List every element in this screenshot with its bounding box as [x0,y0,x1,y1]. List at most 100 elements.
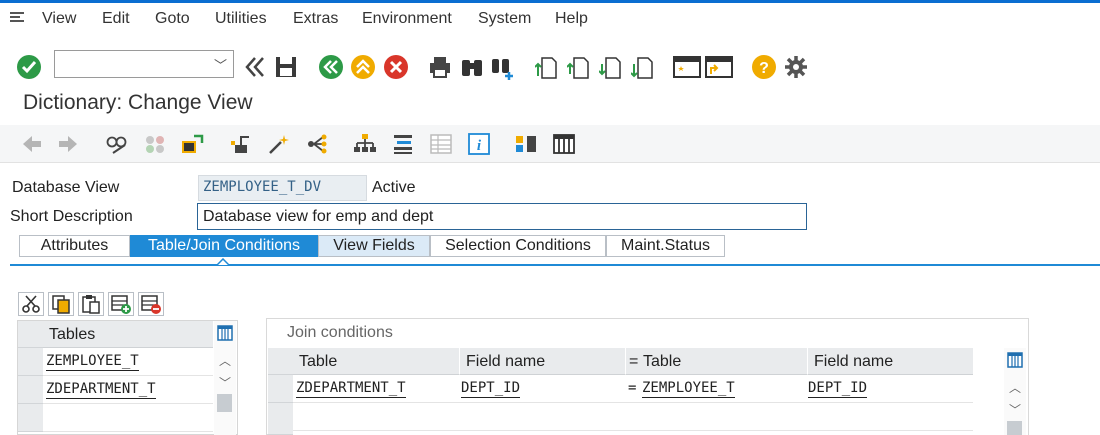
create-session-icon[interactable] [673,54,701,80]
scroll-thumb[interactable] [217,394,232,412]
column-settings-icon[interactable] [217,324,233,344]
join-col-table2[interactable]: Table [641,348,807,375]
row-selector[interactable] [18,404,43,432]
enter-icon[interactable] [16,54,42,80]
database-view-label: Database View [12,179,120,196]
menu-utilities[interactable]: Utilities [215,10,267,28]
last-page-icon[interactable] [631,54,657,80]
status-text: Active [372,179,416,196]
short-description-value: Database view for emp and dept [203,208,434,225]
table-row[interactable]: ZEMPLOYEE_T [46,353,139,371]
join-conditions-grid: Table Field name = Table Field name ZDEP… [268,348,1028,435]
find-next-icon[interactable] [490,54,516,80]
menu-help[interactable]: Help [555,10,588,28]
settings-icon[interactable] [783,54,809,80]
join-cell-field2[interactable]: DEPT_ID [808,380,868,398]
next-page-icon[interactable] [599,54,625,80]
exit-icon[interactable] [350,54,376,80]
tab-underline [10,264,1100,266]
where-used-icon[interactable] [305,133,329,155]
other-object-icon[interactable] [180,133,204,155]
copy-button[interactable] [48,292,74,316]
activate-icon[interactable] [267,133,291,155]
menu-logo-icon[interactable] [10,11,26,25]
column-settings-icon[interactable] [1007,351,1023,371]
previous-page-icon[interactable] [567,54,593,80]
row-divider [293,430,973,431]
menu-extras[interactable]: Extras [293,10,338,28]
menu-view[interactable]: View [42,10,76,28]
join-col-table1[interactable]: Table [293,348,459,375]
grid-view-icon[interactable] [552,133,576,155]
cut-icon [22,295,40,313]
technical-settings-icon[interactable] [391,133,415,155]
tab-view-fields[interactable]: View Fields [318,235,430,257]
join-conditions-title: Join conditions [287,324,393,341]
tables-column-header[interactable]: Tables [43,321,213,348]
active-inactive-icon[interactable] [143,133,167,155]
row-selector[interactable] [18,348,43,376]
menu-environment[interactable]: Environment [362,10,452,28]
row-divider [43,375,213,376]
join-scrollbar[interactable]: ︿ ﹀ [1004,348,1026,435]
tab-maint-status[interactable]: Maint.Status [606,235,725,257]
shortcut-icon[interactable] [705,54,733,80]
row-divider [43,431,213,432]
hierarchy-icon[interactable] [353,133,377,155]
save-icon[interactable] [273,54,299,80]
paste-button[interactable] [78,292,104,316]
layout-icon[interactable] [514,133,538,155]
cancel-icon[interactable] [383,54,409,80]
arrow-right-icon[interactable] [56,133,80,155]
scroll-thumb[interactable] [1007,421,1022,435]
menu-edit[interactable]: Edit [102,10,130,28]
join-cell-table1[interactable]: ZDEPARTMENT_T [296,380,406,398]
chevron-down-icon[interactable]: ﹀ [214,55,227,74]
tables-grid: Tables ZEMPLOYEE_T ZDEPARTMENT_T ︿ ﹀ [17,320,238,435]
delete-row-icon [141,295,161,314]
select-all-corner[interactable] [18,321,43,348]
copy-icon [52,295,70,314]
select-all-corner[interactable] [268,348,293,375]
join-cell-eq: = [628,380,637,396]
tab-attributes[interactable]: Attributes [19,235,130,257]
row-selector[interactable] [268,375,293,403]
table-contents-icon[interactable] [429,133,453,155]
menu-goto[interactable]: Goto [155,10,190,28]
back-icon[interactable] [318,54,344,80]
back-arrows-icon[interactable] [242,54,268,80]
join-col-field1[interactable]: Field name [459,348,625,375]
print-icon[interactable] [427,54,453,80]
tab-table-join-conditions[interactable]: Table/Join Conditions [130,235,318,257]
command-field[interactable]: ﹀ [54,50,234,78]
scroll-down-icon[interactable]: ﹀ [1009,401,1021,418]
insert-row-button[interactable] [108,292,134,316]
first-page-icon[interactable] [535,54,561,80]
row-divider [43,403,213,404]
help-icon[interactable]: ? [751,54,777,80]
menu-bar: View Edit Goto Utilities Extras Environm… [0,3,1100,35]
short-description-field[interactable]: Database view for emp and dept [197,203,807,230]
join-col-eq[interactable]: = [625,348,641,375]
row-selector[interactable] [268,403,293,435]
page-title: Dictionary: Change View [23,91,253,114]
tables-scrollbar[interactable]: ︿ ﹀ [214,321,236,435]
menu-system[interactable]: System [478,10,531,28]
row-selector[interactable] [18,376,43,404]
join-cell-table2[interactable]: ZEMPLOYEE_T [642,380,735,398]
join-cell-field1[interactable]: DEPT_ID [461,380,521,398]
cut-button[interactable] [18,292,44,316]
check-icon[interactable] [229,133,253,155]
tab-selection-conditions[interactable]: Selection Conditions [430,235,606,257]
table-row[interactable]: ZDEPARTMENT_T [46,381,156,399]
delete-row-button[interactable] [138,292,164,316]
scroll-up-icon[interactable]: ︿ [1009,379,1021,396]
join-col-field2[interactable]: Field name [807,348,973,375]
paste-icon [82,295,100,314]
info-icon[interactable]: i [467,133,491,155]
scroll-up-icon[interactable]: ︿ [219,352,231,369]
arrow-left-icon[interactable] [20,133,44,155]
find-icon[interactable] [459,54,485,80]
display-change-icon[interactable] [105,133,129,155]
scroll-down-icon[interactable]: ﹀ [219,374,231,391]
